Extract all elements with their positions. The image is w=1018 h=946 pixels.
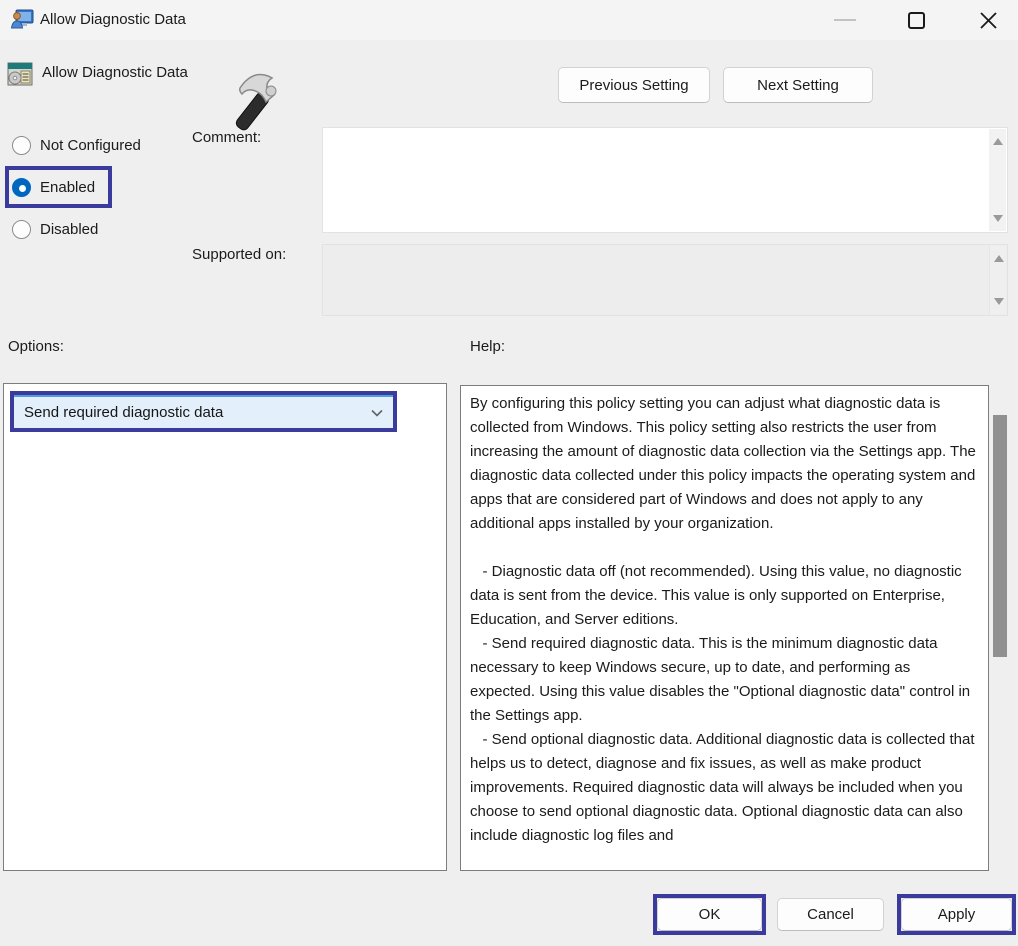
apply-button[interactable]: Apply xyxy=(901,898,1012,931)
annotation-box-dropdown: Send required diagnostic data xyxy=(10,391,397,432)
scroll-down-icon[interactable] xyxy=(994,298,1004,305)
ok-button[interactable]: OK xyxy=(657,898,762,931)
help-scrollbar-thumb[interactable] xyxy=(993,415,1007,657)
policy-setting-title: Allow Diagnostic Data xyxy=(42,64,188,81)
window-title: Allow Diagnostic Data xyxy=(40,0,186,40)
radio-label: Disabled xyxy=(40,221,98,238)
group-policy-setting-dialog: Allow Diagnostic Data Allow Diagnostic D… xyxy=(0,0,1018,946)
radio-not-configured[interactable]: Not Configured xyxy=(12,135,141,155)
radio-circle[interactable] xyxy=(12,220,31,239)
close-icon xyxy=(980,12,997,29)
help-panel: By configuring this policy setting you c… xyxy=(460,385,989,871)
comment-scrollbar[interactable] xyxy=(989,129,1006,231)
app-icon xyxy=(10,8,34,32)
minimize-icon xyxy=(834,18,856,22)
next-setting-button[interactable]: Next Setting xyxy=(723,67,873,103)
radio-circle[interactable] xyxy=(12,136,31,155)
cancel-button[interactable]: Cancel xyxy=(777,898,884,931)
supported-on-label: Supported on: xyxy=(192,246,286,263)
annotation-box-apply: Apply xyxy=(897,894,1016,935)
scroll-up-icon[interactable] xyxy=(993,138,1003,145)
chevron-down-icon xyxy=(371,409,383,417)
comment-textarea[interactable] xyxy=(322,127,1008,233)
scroll-up-icon[interactable] xyxy=(994,255,1004,262)
comment-label: Comment: xyxy=(192,129,261,146)
dropdown-value: Send required diagnostic data xyxy=(24,404,223,421)
radio-circle[interactable] xyxy=(12,178,31,197)
help-label: Help: xyxy=(470,338,505,355)
radio-disabled[interactable]: Disabled xyxy=(12,219,98,239)
supported-on-scrollbar[interactable] xyxy=(989,246,1006,314)
supported-on-textarea xyxy=(322,244,1008,316)
radio-label: Enabled xyxy=(40,179,95,196)
options-panel: Send required diagnostic data xyxy=(3,383,447,871)
radio-enabled[interactable]: Enabled xyxy=(12,177,95,197)
scroll-down-icon[interactable] xyxy=(993,215,1003,222)
close-button[interactable] xyxy=(965,0,1011,40)
annotation-box-ok: OK xyxy=(653,894,766,935)
maximize-icon xyxy=(908,12,925,29)
previous-setting-button[interactable]: Previous Setting xyxy=(558,67,710,103)
hammer-cursor-icon xyxy=(222,64,282,132)
help-text: By configuring this policy setting you c… xyxy=(461,386,988,854)
options-label: Options: xyxy=(8,338,64,355)
titlebar: Allow Diagnostic Data xyxy=(0,0,1018,40)
radio-label: Not Configured xyxy=(40,137,141,154)
diagnostic-data-dropdown[interactable]: Send required diagnostic data xyxy=(14,395,393,428)
minimize-button[interactable] xyxy=(822,0,868,40)
maximize-button[interactable] xyxy=(893,0,939,40)
policy-icon xyxy=(6,60,34,88)
